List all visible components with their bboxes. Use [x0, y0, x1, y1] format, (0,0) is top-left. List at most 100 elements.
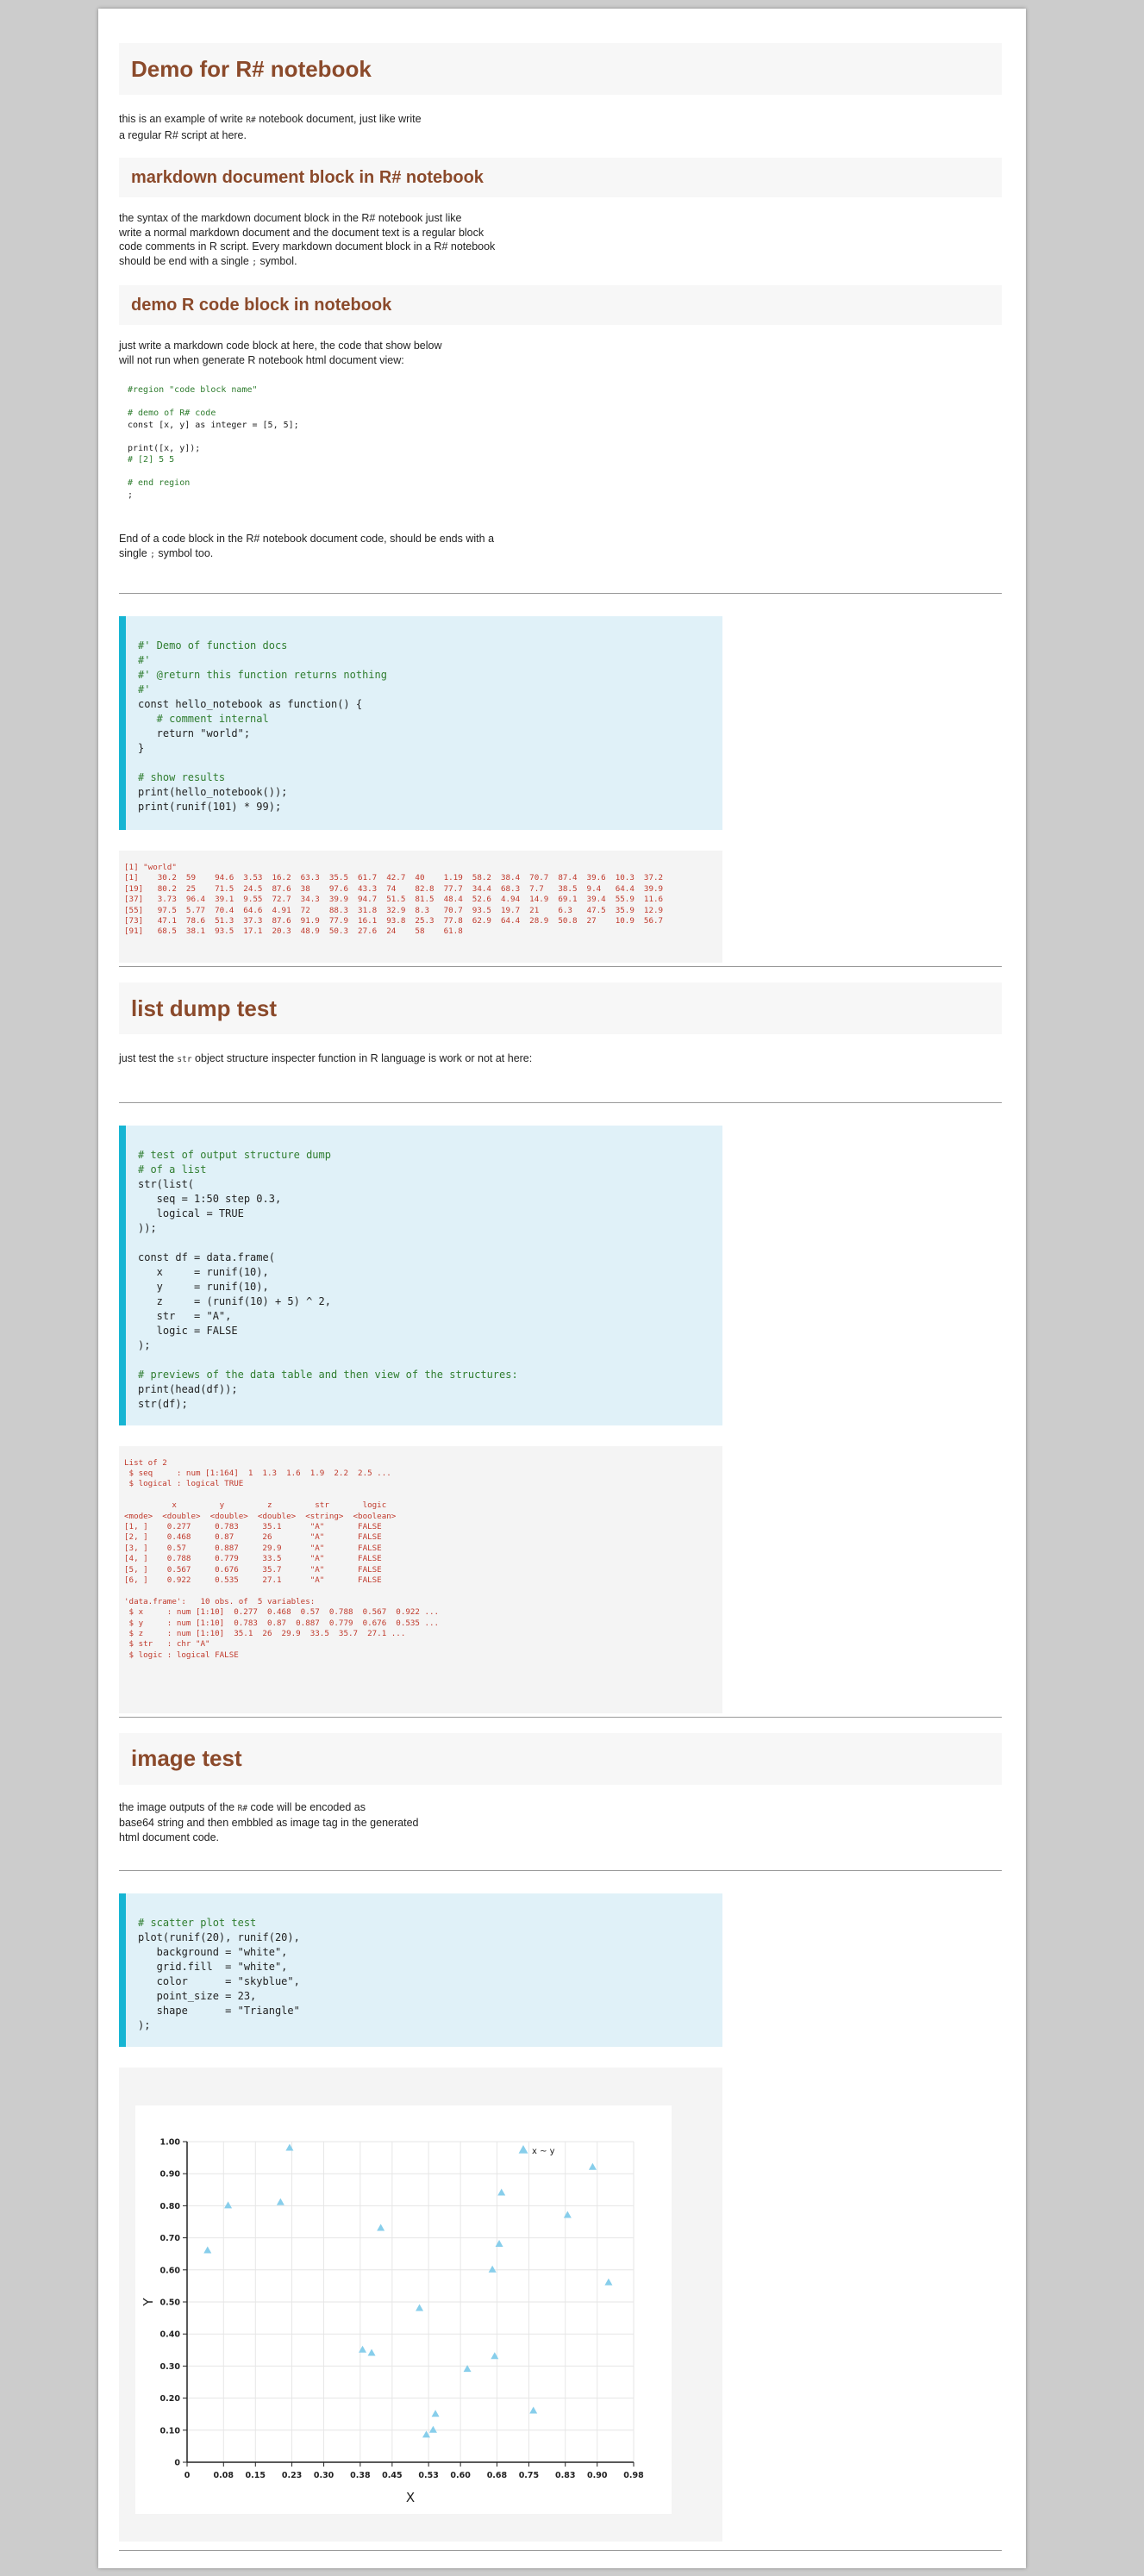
code-line: # end region: [128, 478, 191, 488]
after-text-post: symbol too.: [154, 546, 214, 559]
x-tick-label: 0.08: [214, 2471, 234, 2480]
notebook-content: Demo for R# notebook this is an example …: [119, 43, 1002, 2551]
markdown-section-paragraph: the syntax of the markdown document bloc…: [119, 211, 1002, 270]
y-axis-label: Y: [141, 2298, 156, 2307]
codeblock-section-heading: demo R code block in notebook: [131, 295, 392, 315]
code-line: return "world";: [138, 727, 251, 739]
data-point: [604, 2278, 613, 2286]
data-point: [367, 2348, 376, 2356]
image-heading: image test: [131, 1745, 242, 1771]
x-tick-label: 0.45: [382, 2471, 402, 2480]
code-line: $ x : num [1:10] 0.277 0.468 0.57 0.788 …: [124, 1607, 440, 1618]
y-tick-label: 0: [174, 2459, 180, 2468]
code-line: logic = FALSE: [138, 1324, 238, 1337]
y-tick-label: 0.40: [160, 2330, 181, 2340]
code-line: print(runif(101) * 99);: [138, 801, 282, 813]
x-tick-label: 0.90: [587, 2471, 608, 2480]
code-line: const df = data.frame(: [138, 1251, 275, 1263]
x-tick-label: 0: [184, 2471, 191, 2480]
data-point: [377, 2224, 385, 2231]
code-line: y = runif(10),: [138, 1280, 269, 1293]
code-line: #': [138, 683, 151, 695]
code-line: str(df);: [138, 1397, 188, 1410]
data-point: [359, 2345, 366, 2353]
image-heading-box: image test: [119, 1732, 1002, 1785]
inline-code: R#: [237, 1803, 248, 1813]
code-line: );: [138, 2019, 151, 2031]
scatter-plot: 0 0.08 0.15 0.23 0.30 0.38 0.45 0.53 0.60 0.68 0.7…: [141, 2138, 644, 2506]
output-cell-2: List of 2 $ seq : num [1:164] 1 1.3 1.6 …: [119, 1445, 722, 1713]
data-point: [497, 2188, 506, 2196]
code-line: $ seq : num [1:164] 1 1.3 1.6 1.9 2.2 2.…: [124, 1468, 391, 1478]
code-line: $ str : chr "A": [124, 1639, 210, 1650]
data-point: [529, 2406, 538, 2414]
code-line: [1, ] 0.277 0.783 35.1 "A" FALSE: [124, 1521, 382, 1531]
y-tick-label: 0.70: [160, 2234, 181, 2243]
code-line: # comment internal: [138, 713, 269, 725]
code-line: [73] 47.1 78.6 51.3 37.3 87.6 91.9 77.9 …: [124, 916, 664, 926]
y-tick-label: 0.30: [160, 2362, 181, 2372]
code-line: [1] 30.2 59 94.6 3.53 16.2 63.3 35.5 61.…: [124, 873, 664, 883]
data-point: [495, 2240, 503, 2248]
x-tick-label: 0.38: [350, 2471, 371, 2480]
y-tick-label: 0.90: [160, 2170, 181, 2180]
code-line: [5, ] 0.567 0.676 35.7 "A" FALSE: [124, 1564, 382, 1575]
code-line: str(list(: [138, 1177, 195, 1190]
listdump-text-post: object structure inspecter function in R…: [191, 1052, 533, 1064]
code-cell-3-source: # scatter plot test plot(runif(20), runi…: [138, 1916, 722, 2033]
code-line: <mode> <double> <double> <double> <strin…: [124, 1511, 397, 1521]
code-line: [91] 68.5 38.1 93.5 17.1 20.3 48.9 50.3 …: [124, 926, 463, 937]
code-line: [4, ] 0.788 0.779 33.5 "A" FALSE: [124, 1554, 382, 1564]
code-line: plot(runif(20), runif(20),: [138, 1931, 300, 1943]
code-line: [6, ] 0.922 0.535 27.1 "A" FALSE: [124, 1575, 382, 1585]
page-title: Demo for R# notebook: [131, 55, 372, 82]
intro-text-pre: this is an example of write: [119, 113, 247, 125]
output-cell-3: 0 0.08 0.15 0.23 0.30 0.38 0.45 0.53 0.60 0.68 0.7…: [119, 2068, 722, 2542]
code-line: List of 2: [124, 1457, 167, 1468]
code-line: #region "code block name": [128, 385, 258, 395]
code-line: print(head(df));: [138, 1382, 238, 1395]
x-tick-label: 0.53: [418, 2471, 438, 2480]
codeblock-section-paragraph: just write a markdown code block at here…: [119, 340, 442, 366]
code-line: grid.fill = "white",: [138, 1961, 288, 1973]
x-tick-label: 0.68: [487, 2471, 508, 2480]
x-tick-label: 0.60: [450, 2471, 471, 2480]
code-line: # show results: [138, 771, 226, 783]
markdown-section-heading: markdown document block in R# notebook: [131, 167, 484, 187]
data-point: [431, 2410, 440, 2417]
code-line: );: [138, 1338, 151, 1351]
markdown-section-heading-box: markdown document block in R# notebook: [119, 158, 1002, 197]
code-line: const [x, y] as integer = [5, 5];: [128, 420, 299, 430]
scatter-plot-image: 0 0.08 0.15 0.23 0.30 0.38 0.45 0.53 0.60 0.68 0.7…: [135, 2105, 672, 2514]
data-point: [428, 2425, 437, 2433]
image-text-pre: the image outputs of the: [119, 1800, 238, 1813]
intro-paragraph: this is an example of write R# notebook …: [119, 112, 1002, 142]
code-line: # previews of the data table and then vi…: [138, 1368, 518, 1381]
codeblock-after-paragraph: End of a code block in the R# notebook d…: [119, 532, 1002, 562]
code-line: z = (runif(10) + 5) ^ 2,: [138, 1294, 331, 1307]
data-point: [588, 2162, 597, 2170]
code-line: str = "A",: [138, 1309, 232, 1322]
code-cell-3[interactable]: # scatter plot test plot(runif(20), runi…: [119, 1893, 722, 2047]
code-line: background = "white",: [138, 1946, 288, 1958]
inline-code: R#: [246, 115, 256, 125]
code-cell-2[interactable]: # test of output structure dump # of a l…: [119, 1125, 722, 1425]
code-cell-1[interactable]: #' Demo of function docs #' #' @return t…: [119, 616, 722, 830]
legend-label: x ~ y: [532, 2147, 555, 2156]
markdown-code-block: #region "code block name" # demo of R# c…: [119, 384, 1002, 501]
code-line: shape = "Triangle": [138, 2005, 300, 2017]
code-line: # of a list: [138, 1163, 207, 1176]
listdump-text-pre: just test the: [119, 1052, 178, 1064]
notebook-page: Demo for R# notebook this is an example …: [98, 9, 1026, 2568]
code-line: $ logic : logical FALSE: [124, 1650, 239, 1660]
code-cell-1-source: #' Demo of function docs #' #' @return t…: [138, 639, 722, 814]
code-line: # test of output structure dump: [138, 1148, 331, 1161]
code-line: print([x, y]);: [128, 443, 201, 453]
code-line: x = runif(10),: [138, 1265, 269, 1278]
cell-divider: [119, 2550, 1002, 2551]
code-line: [1] "world": [124, 863, 177, 872]
data-point: [563, 2211, 572, 2218]
data-point: [224, 2201, 233, 2209]
y-tick-label: 0.10: [160, 2426, 181, 2436]
data-point: [276, 2198, 284, 2205]
